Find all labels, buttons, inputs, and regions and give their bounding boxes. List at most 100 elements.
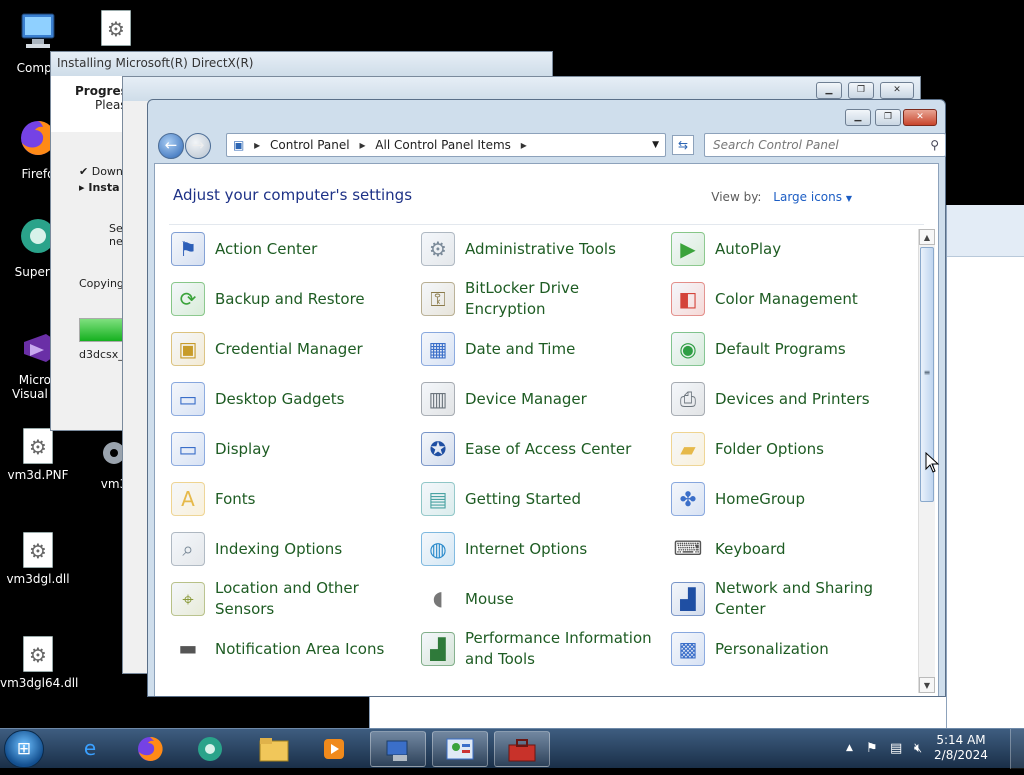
- desktop-icon-file[interactable]: vm3dgl64.dll: [0, 636, 78, 690]
- refresh-button[interactable]: ⇆: [672, 135, 694, 155]
- background-window-bottom[interactable]: [369, 697, 946, 728]
- action-center-flag-icon[interactable]: ⚑: [866, 741, 878, 756]
- control-panel-item[interactable]: ▟ Performance Information and Tools: [421, 624, 661, 674]
- view-by-label: View by:: [711, 190, 762, 204]
- search-input[interactable]: Search Control Panel ⚲: [704, 133, 946, 157]
- control-panel-item-label: Action Center: [215, 239, 318, 258]
- control-panel-item[interactable]: ⟳ Backup and Restore: [171, 274, 411, 324]
- taskbar-supermium[interactable]: [182, 731, 238, 767]
- desktop-icon-gear-file[interactable]: [78, 10, 154, 50]
- window-toolbar: [947, 205, 1024, 257]
- control-panel-item-label: Display: [215, 439, 271, 458]
- ease-of-access-icon: ✪: [421, 432, 455, 466]
- control-panel-item[interactable]: ▬ Notification Area Icons: [171, 624, 411, 674]
- breadcrumb-chevron-icon[interactable]: ▸: [521, 138, 527, 152]
- scroll-up-button[interactable]: ▲: [919, 229, 935, 245]
- control-panel-item[interactable]: ◉ Default Programs: [671, 324, 911, 374]
- getting-started-icon: ▤: [421, 482, 455, 516]
- control-panel-item[interactable]: ⚙ Administrative Tools: [421, 224, 661, 274]
- close-button[interactable]: ✕: [880, 82, 914, 99]
- taskbar-internet-explorer[interactable]: e: [62, 731, 118, 767]
- control-panel-item-label: Notification Area Icons: [215, 639, 385, 658]
- control-panel-item-label: Color Management: [715, 289, 858, 308]
- control-panel-window[interactable]: ▁ ❐ ✕ ← → ▣ ▸ Control Panel ▸ All Contro…: [147, 99, 946, 697]
- clock[interactable]: 5:14 AM 2/8/2024: [928, 733, 994, 763]
- network-icon: ▟: [671, 582, 705, 616]
- address-bar[interactable]: ▣ ▸ Control Panel ▸ All Control Panel It…: [226, 133, 666, 157]
- control-panel-item[interactable]: ✤ HomeGroup: [671, 474, 911, 524]
- back-button[interactable]: ←: [158, 133, 184, 159]
- view-by-dropdown[interactable]: Large icons ▼: [773, 190, 852, 204]
- control-panel-item-label: Folder Options: [715, 439, 824, 458]
- minimize-button[interactable]: ▁: [816, 82, 842, 99]
- control-panel-item-label: Network and Sharing Center: [715, 579, 873, 618]
- maximize-button[interactable]: ❐: [875, 109, 901, 126]
- search-placeholder: Search Control Panel: [713, 138, 839, 152]
- show-desktop-button[interactable]: [1010, 729, 1024, 769]
- printer-icon: ⎙: [671, 382, 705, 416]
- fonts-icon: A: [171, 482, 205, 516]
- control-panel-item[interactable]: ◧ Color Management: [671, 274, 911, 324]
- flag-icon: ⚑: [171, 232, 205, 266]
- control-panel-item[interactable]: ⌕ Indexing Options: [171, 524, 411, 574]
- control-panel-item[interactable]: ▭ Display: [171, 424, 411, 474]
- clock-time: 5:14 AM: [936, 733, 986, 747]
- network-icon[interactable]: ▤: [890, 741, 902, 756]
- breadcrumb-chevron-icon[interactable]: ▸: [359, 138, 365, 152]
- show-hidden-icons-icon[interactable]: ▲: [846, 743, 853, 753]
- scroll-down-button[interactable]: ▼: [919, 677, 935, 693]
- control-panel-item[interactable]: ▭ Desktop Gadgets: [171, 374, 411, 424]
- minimize-button[interactable]: ▁: [845, 109, 871, 126]
- homegroup-icon: ✤: [671, 482, 705, 516]
- control-panel-item[interactable]: ▥ Device Manager: [421, 374, 661, 424]
- forward-button[interactable]: →: [185, 133, 211, 159]
- desktop-icon-file[interactable]: vm3d.PNF: [0, 428, 76, 482]
- breadcrumb-chevron-icon[interactable]: ▸: [254, 138, 260, 152]
- control-panel-item[interactable]: A Fonts: [171, 474, 411, 524]
- control-panel-item-label: Fonts: [215, 489, 256, 508]
- control-panel-item[interactable]: ▤ Getting Started: [421, 474, 661, 524]
- taskbar-media-player[interactable]: [306, 731, 362, 767]
- control-panel-item[interactable]: ⚑ Action Center: [171, 224, 411, 274]
- control-panel-item[interactable]: ▣ Credential Manager: [171, 324, 411, 374]
- default-programs-icon: ◉: [671, 332, 705, 366]
- taskbar-control-panel[interactable]: [432, 731, 488, 767]
- autoplay-icon: ▶: [671, 232, 705, 266]
- control-panel-item-label: Devices and Printers: [715, 389, 870, 408]
- control-panel-item[interactable]: ◍ Internet Options: [421, 524, 661, 574]
- control-panel-item[interactable]: ✪ Ease of Access Center: [421, 424, 661, 474]
- taskbar-firefox[interactable]: [122, 731, 178, 767]
- volume-muted-icon[interactable]: 🔇︎: [914, 741, 922, 756]
- step-download: ✔ Down: [79, 165, 123, 178]
- step-install: ▸ Insta: [79, 181, 120, 194]
- control-panel-item[interactable]: ⌖ Location and Other Sensors: [171, 574, 411, 624]
- computer-icon: [21, 13, 55, 48]
- control-panel-item-label: Default Programs: [715, 339, 846, 358]
- control-panel-item[interactable]: ▟ Network and Sharing Center: [671, 574, 911, 624]
- maximize-button[interactable]: ❐: [848, 82, 874, 99]
- address-dropdown-icon[interactable]: ▼: [652, 134, 659, 156]
- taskbar-directx-setup[interactable]: [370, 731, 426, 767]
- background-window-right[interactable]: [946, 205, 1024, 728]
- control-panel-item-label: Credential Manager: [215, 339, 363, 358]
- control-panel-item[interactable]: ▦ Date and Time: [421, 324, 661, 374]
- breadcrumb-control-panel[interactable]: Control Panel: [270, 138, 350, 152]
- desktop-icon-file[interactable]: vm3dgl.dll: [0, 532, 76, 586]
- taskbar-toolbox[interactable]: [494, 731, 550, 767]
- close-button[interactable]: ✕: [903, 109, 937, 126]
- control-panel-item[interactable]: ▰ Folder Options: [671, 424, 911, 474]
- control-panel-item[interactable]: ⎙ Devices and Printers: [671, 374, 911, 424]
- control-panel-item[interactable]: ▶ AutoPlay: [671, 224, 911, 274]
- globe-icon: ◍: [421, 532, 455, 566]
- control-panel-item[interactable]: ◖ Mouse: [421, 574, 661, 624]
- control-panel-icon: [446, 738, 474, 760]
- breadcrumb-all-items[interactable]: All Control Panel Items: [375, 138, 511, 152]
- taskbar-explorer[interactable]: [246, 731, 302, 767]
- start-button[interactable]: ⊞: [4, 730, 44, 768]
- control-panel-item[interactable]: ⌨ Keyboard: [671, 524, 911, 574]
- settings-file-icon: [23, 532, 53, 568]
- search-icon[interactable]: ⚲: [930, 134, 939, 156]
- control-panel-item[interactable]: ▩ Personalization: [671, 624, 911, 674]
- checkmark-icon: ✔: [79, 165, 92, 178]
- control-panel-item[interactable]: ⚿ BitLocker Drive Encryption: [421, 274, 661, 324]
